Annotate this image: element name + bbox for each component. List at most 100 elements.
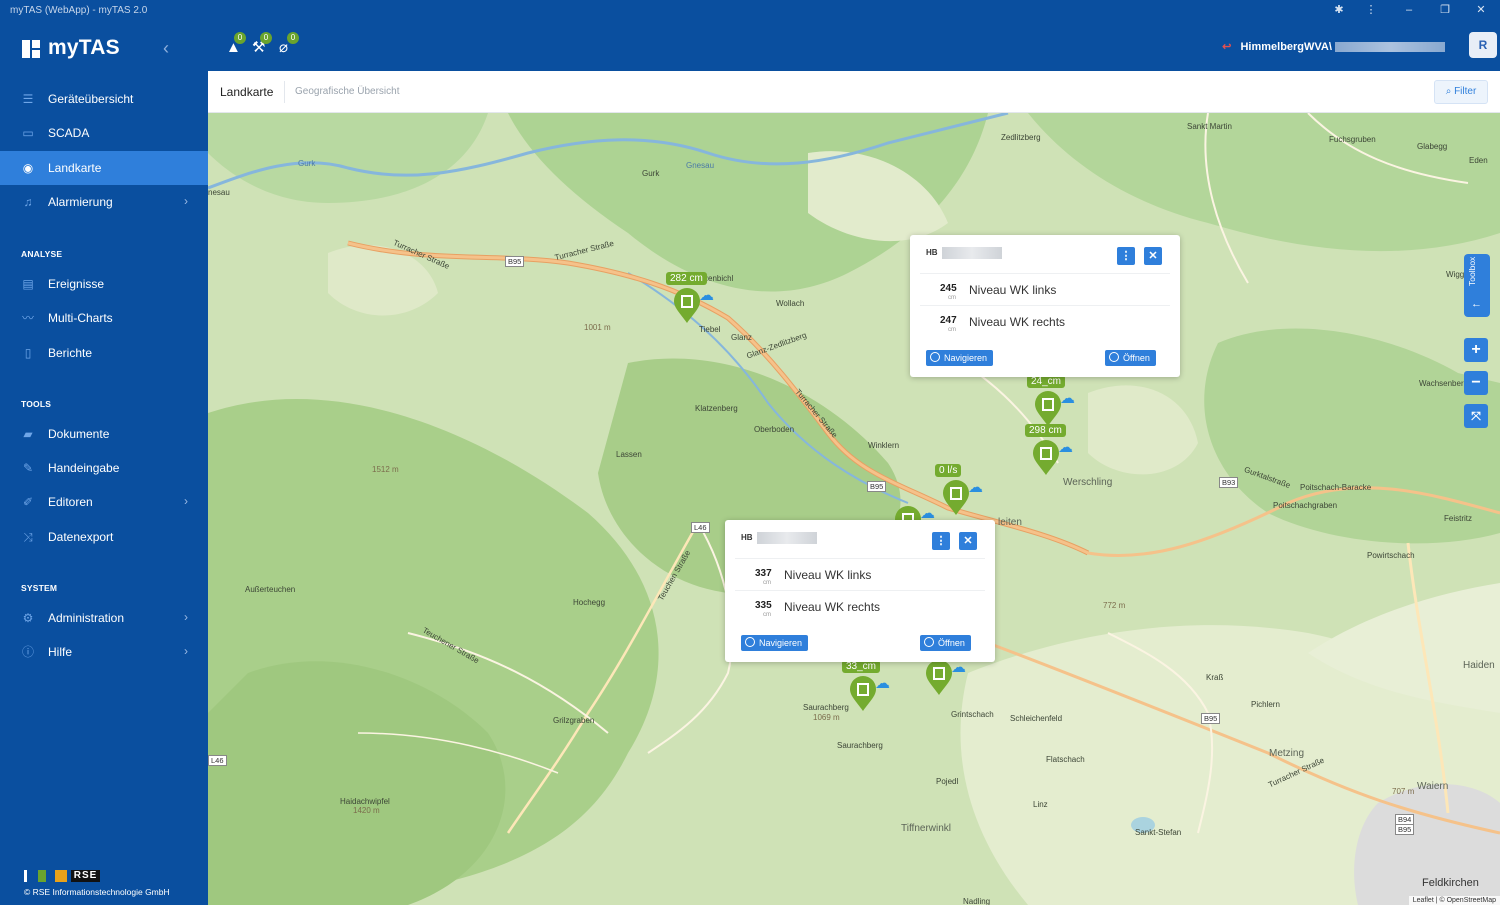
sidebar-item-handeingabe[interactable]: ✎ Handeingabe bbox=[0, 451, 208, 485]
sidebar-item-geraeteuebersicht[interactable]: ☰ Geräteübersicht bbox=[0, 82, 208, 116]
minimize-icon[interactable]: – bbox=[1401, 2, 1417, 18]
map-label: Grilzgraben bbox=[553, 716, 595, 725]
sidebar-item-scada[interactable]: ▭ SCADA bbox=[0, 116, 208, 150]
sidebar-item-editoren[interactable]: ✐ Editoren › bbox=[0, 485, 208, 519]
map-label: 1069 m bbox=[813, 713, 840, 722]
sidebar-collapse-icon[interactable]: ‹ bbox=[163, 39, 181, 57]
map-label: Schleichenfeld bbox=[1010, 714, 1063, 723]
sidebar-item-hilfe[interactable]: ⓘ Hilfe › bbox=[0, 635, 208, 669]
marker-value-label: 282 cm bbox=[666, 272, 707, 285]
map-label: Eden bbox=[1469, 156, 1488, 165]
compass-icon bbox=[745, 637, 755, 647]
sidebar-item-berichte[interactable]: ▯ Berichte bbox=[0, 336, 208, 370]
chevron-right-icon: › bbox=[184, 194, 188, 208]
popup-menu-button[interactable]: ⋮ bbox=[932, 532, 950, 550]
map-view[interactable]: Zedlitzberg Sankt Martin Fuchsgruben Gla… bbox=[208, 113, 1500, 905]
app-header: myTAS ‹ ▲ 0 ⚒ 0 ⌀ 0 ↩ HimmelbergWVA\ R bbox=[0, 20, 1500, 71]
sidebar-item-label: Hilfe bbox=[48, 645, 73, 659]
sidebar-item-label: Alarmierung bbox=[48, 195, 113, 209]
cloud-icon: ☁ bbox=[920, 505, 935, 522]
open-button[interactable]: Öffnen bbox=[1105, 350, 1156, 366]
sidebar-item-label: Berichte bbox=[48, 346, 93, 360]
map-label: Wigg bbox=[1446, 270, 1465, 279]
map-attribution[interactable]: Leaflet | © OpenStreetMap bbox=[1408, 896, 1500, 905]
close-icon[interactable]: ✕ bbox=[1473, 2, 1489, 18]
sidebar-item-datenexport[interactable]: ⤨ Datenexport bbox=[0, 520, 208, 554]
fullscreen-icon[interactable]: ⤧ bbox=[1464, 404, 1488, 428]
map-label: Pichlern bbox=[1251, 700, 1280, 709]
open-button[interactable]: Öffnen bbox=[920, 635, 971, 651]
road-shield: B95 bbox=[867, 481, 887, 492]
signal-alert-button[interactable]: ⌀ 0 bbox=[279, 32, 303, 58]
divider bbox=[284, 81, 285, 103]
station-popup: HB ⋮ ✕ 337 cm Niveau WK links 335 cm Niv… bbox=[725, 520, 995, 662]
more-icon[interactable]: ⋮ bbox=[1363, 2, 1379, 18]
zoom-in-button[interactable]: + bbox=[1464, 338, 1488, 362]
chevron-right-icon: › bbox=[184, 610, 188, 624]
user-avatar[interactable]: R bbox=[1469, 32, 1497, 58]
station-marker[interactable]: ☁ bbox=[672, 288, 714, 324]
popup-close-button[interactable]: ✕ bbox=[1144, 247, 1162, 265]
popup-value-row: 245 cm Niveau WK links bbox=[920, 273, 1170, 305]
filter-button[interactable]: ⌕ Filter bbox=[1434, 80, 1488, 104]
redacted-station-suffix bbox=[1335, 42, 1445, 53]
maximize-icon[interactable]: ❐ bbox=[1437, 2, 1453, 18]
copyright: © RSE Informationstechnologie GmbH bbox=[24, 887, 170, 897]
cloud-icon: ☁ bbox=[699, 287, 714, 304]
page-description: Geografische Übersicht bbox=[295, 86, 400, 97]
station-marker[interactable]: ☁ bbox=[848, 676, 890, 712]
sidebar-item-landkarte[interactable]: ◉ Landkarte bbox=[0, 151, 208, 185]
map-label: Linz bbox=[1033, 800, 1048, 809]
sidebar-item-dokumente[interactable]: ▰ Dokumente bbox=[0, 417, 208, 451]
extension-icon[interactable]: ✱ bbox=[1331, 2, 1347, 18]
chevron-right-icon: › bbox=[184, 644, 188, 658]
map-label: Feistritz bbox=[1444, 514, 1472, 523]
sidebar-item-multi-charts[interactable]: 〰 Multi-Charts bbox=[0, 301, 208, 335]
map-label: Nadling bbox=[963, 897, 991, 905]
popup-menu-button[interactable]: ⋮ bbox=[1117, 247, 1135, 265]
warning-alert-button[interactable]: ▲ 0 bbox=[226, 32, 250, 58]
map-label: Wachsenberg bbox=[1419, 379, 1469, 388]
station-marker[interactable]: ☁ bbox=[941, 480, 983, 516]
sidebar: ☰ Geräteübersicht ▭ SCADA ◉ Landkarte ♫ … bbox=[0, 71, 208, 905]
cloud-icon: ☁ bbox=[951, 659, 966, 676]
road-shield: B95 bbox=[1201, 713, 1221, 724]
map-label: Zedlitzberg bbox=[1001, 133, 1041, 142]
station-selector[interactable]: ↩ HimmelbergWVA\ bbox=[1222, 40, 1445, 54]
sidebar-item-administration[interactable]: ⚙ Administration › bbox=[0, 601, 208, 635]
alert-count: 0 bbox=[260, 32, 272, 44]
zoom-out-button[interactable]: − bbox=[1464, 371, 1488, 395]
window-title: myTAS (WebApp) - myTAS 2.0 bbox=[10, 5, 148, 16]
unit: cm bbox=[763, 612, 771, 618]
sidebar-item-label: Ereignisse bbox=[48, 277, 105, 291]
maintenance-alert-button[interactable]: ⚒ 0 bbox=[252, 32, 276, 58]
map-label: 1512 m bbox=[372, 465, 399, 474]
eye-icon bbox=[924, 637, 934, 647]
popup-close-button[interactable]: ✕ bbox=[959, 532, 977, 550]
sidebar-item-ereignisse[interactable]: ▤ Ereignisse bbox=[0, 267, 208, 301]
filter-label: Filter bbox=[1454, 86, 1477, 97]
export-icon: ⤨ bbox=[23, 530, 33, 544]
toolbox-label: Toolbox bbox=[1467, 256, 1477, 286]
map-label: Poitschachgraben bbox=[1273, 501, 1338, 510]
unit: cm bbox=[763, 580, 771, 586]
station-marker[interactable]: ☁ bbox=[924, 660, 966, 696]
map-label: Gurk bbox=[298, 159, 316, 168]
road-shield: L46 bbox=[208, 755, 227, 766]
sidebar-item-alarmierung[interactable]: ♫ Alarmierung › bbox=[0, 185, 208, 219]
map-label: Oberboden bbox=[754, 425, 795, 434]
toolbox-toggle[interactable]: Toolbox ← bbox=[1464, 254, 1490, 317]
station-marker[interactable]: ☁ bbox=[1031, 440, 1073, 476]
marker-value-label: 0 l/s bbox=[935, 464, 962, 477]
map-label: Winklern bbox=[868, 441, 900, 450]
navigate-label: Navigieren bbox=[944, 353, 988, 363]
map-label: Glanz bbox=[731, 333, 752, 342]
navigate-button[interactable]: Navigieren bbox=[741, 635, 809, 651]
popup-station-prefix: HB bbox=[741, 533, 753, 542]
map-label: 707 m bbox=[1392, 787, 1415, 796]
alert-count: 0 bbox=[234, 32, 246, 44]
rse-logo-text: RSE bbox=[70, 869, 101, 882]
map-label: Glabegg bbox=[1417, 142, 1448, 151]
navigate-button[interactable]: Navigieren bbox=[926, 350, 994, 366]
station-marker[interactable]: ☁ bbox=[1033, 391, 1075, 427]
